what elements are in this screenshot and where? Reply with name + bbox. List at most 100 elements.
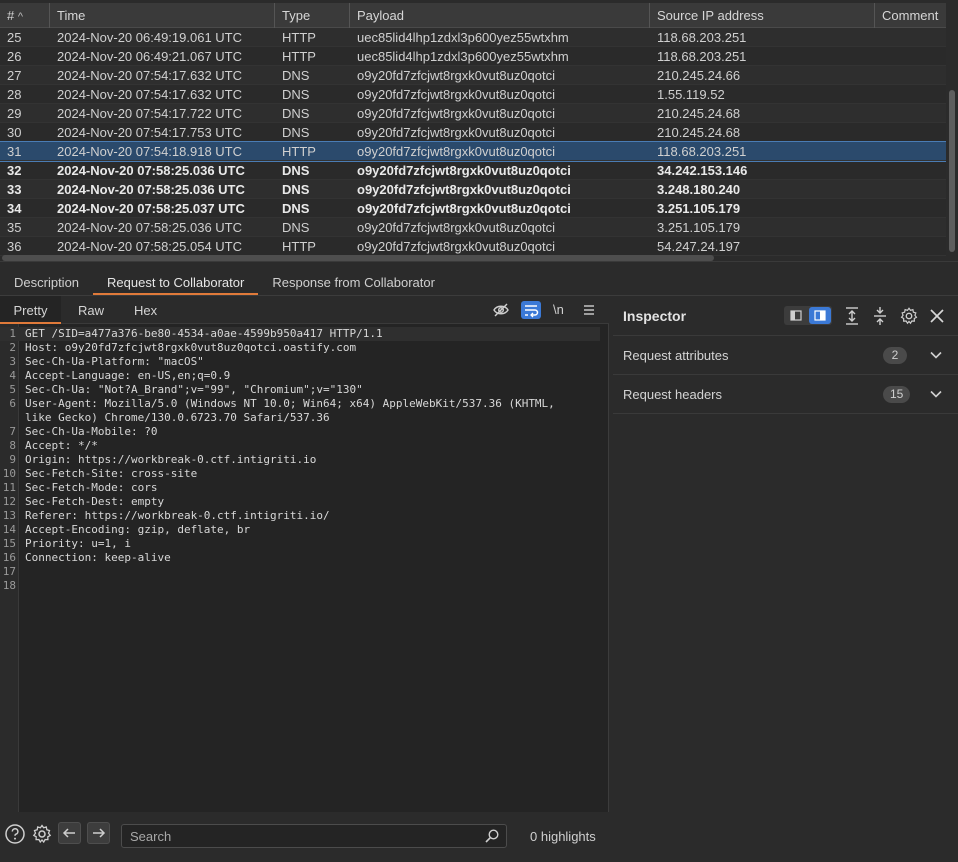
column-header-comment[interactable]: Comment bbox=[875, 3, 946, 28]
table-row[interactable]: 32 2024-Nov-20 07:58:25.036 UTC DNS o9y20fd… bbox=[0, 161, 946, 180]
table-header: # ^ Time Type Payload Source IP address … bbox=[0, 3, 946, 28]
layout-right-icon[interactable] bbox=[809, 307, 831, 324]
menu-icon[interactable] bbox=[581, 301, 601, 319]
table-row[interactable]: 36 2024-Nov-20 07:58:25.054 UTC HTTP o9y20f… bbox=[0, 237, 946, 256]
tab-description[interactable]: Description bbox=[0, 269, 93, 295]
cell-payload: o9y20fd7zfcjwt8rgxk0vut8uz0qotci bbox=[357, 163, 571, 178]
interactions-table: # ^ Time Type Payload Source IP address … bbox=[0, 0, 958, 262]
code-area[interactable]: 1 GET /SID=a477a376-be80-4534-a0ae-4599b9… bbox=[0, 324, 609, 812]
cell-source-ip: 3.248.180.240 bbox=[657, 182, 741, 197]
previous-match-button[interactable] bbox=[58, 822, 81, 844]
line-text: Connection: keep-alive bbox=[25, 551, 171, 564]
chevron-down-icon[interactable] bbox=[929, 348, 943, 365]
search-input[interactable] bbox=[128, 827, 478, 845]
table-row[interactable]: 28 2024-Nov-20 07:54:17.632 UTC DNS o9y20fd… bbox=[0, 85, 946, 104]
table-row[interactable]: 35 2024-Nov-20 07:58:25.036 UTC DNS o9y20fd… bbox=[0, 218, 946, 237]
table-row[interactable]: 29 2024-Nov-20 07:54:17.722 UTC DNS o9y20fd… bbox=[0, 104, 946, 123]
wrap-lines-icon[interactable] bbox=[521, 301, 541, 319]
show-newlines-button[interactable]: \n bbox=[553, 301, 573, 319]
section-request-attributes[interactable]: Request attributes 2 bbox=[613, 336, 958, 375]
cell-type: HTTP bbox=[282, 239, 316, 254]
line-number: 9 bbox=[9, 453, 16, 466]
layout-toggle bbox=[784, 306, 832, 325]
layout-left-icon[interactable] bbox=[785, 307, 807, 324]
close-icon[interactable] bbox=[928, 307, 946, 328]
cell-comment bbox=[875, 123, 946, 141]
table-row[interactable]: 34 2024-Nov-20 07:58:25.037 UTC DNS o9y20fd… bbox=[0, 199, 946, 218]
tab-raw[interactable]: Raw bbox=[78, 296, 104, 324]
cell-number: 33 bbox=[7, 182, 22, 197]
line-number: 6 bbox=[9, 397, 16, 410]
column-header-time[interactable]: Time bbox=[50, 3, 275, 28]
line-number: 3 bbox=[9, 355, 16, 368]
line-text: Host: o9y20fd7zfcjwt8rgxk0vut8uz0qotci.o… bbox=[25, 341, 357, 354]
cell-source-ip: 210.245.24.68 bbox=[657, 106, 741, 121]
code-line: 10 Sec-Fetch-Site: cross-site bbox=[0, 467, 600, 481]
vertical-scrollbar[interactable] bbox=[946, 28, 958, 260]
line-text: like Gecko) Chrome/130.0.6723.70 Safari/… bbox=[25, 411, 330, 424]
search-box bbox=[121, 824, 507, 848]
line-text: Accept: */* bbox=[25, 439, 98, 452]
cell-payload: o9y20fd7zfcjwt8rgxk0vut8uz0qotci bbox=[357, 220, 556, 235]
cell-comment bbox=[875, 28, 946, 46]
line-text: Sec-Ch-Ua-Platform: "macOS" bbox=[25, 355, 204, 368]
code-line: 16 Connection: keep-alive bbox=[0, 551, 600, 565]
tab-pretty[interactable]: Pretty bbox=[0, 296, 61, 324]
cell-payload: o9y20fd7zfcjwt8rgxk0vut8uz0qotci bbox=[357, 68, 556, 83]
scrollbar-thumb[interactable] bbox=[949, 90, 955, 252]
section-request-headers[interactable]: Request headers 15 bbox=[613, 375, 958, 414]
inspector-title: Inspector bbox=[623, 308, 687, 324]
table-row[interactable]: 30 2024-Nov-20 07:54:17.753 UTC DNS o9y20fd… bbox=[0, 123, 946, 142]
cell-type: DNS bbox=[282, 182, 310, 197]
column-header-payload[interactable]: Payload bbox=[350, 3, 650, 28]
code-line: 18 bbox=[0, 579, 600, 593]
table-row[interactable]: 31 2024-Nov-20 07:54:18.918 UTC HTTP o9y20f… bbox=[0, 141, 947, 162]
tab-request-to-collaborator[interactable]: Request to Collaborator bbox=[93, 269, 259, 295]
chevron-down-icon[interactable] bbox=[929, 387, 943, 404]
column-header-source-ip[interactable]: Source IP address bbox=[650, 3, 875, 28]
column-header-type[interactable]: Type bbox=[275, 3, 350, 28]
column-header-number[interactable]: # ^ bbox=[0, 3, 50, 28]
search-icon[interactable] bbox=[484, 828, 500, 847]
table-row[interactable]: 25 2024-Nov-20 06:49:19.061 UTC HTTP uec85l… bbox=[0, 28, 946, 47]
cell-time: 2024-Nov-20 07:58:25.036 UTC bbox=[57, 163, 245, 178]
line-number: 18 bbox=[2, 579, 16, 592]
cell-number: 28 bbox=[7, 87, 22, 102]
cell-number: 29 bbox=[7, 106, 22, 121]
cell-comment bbox=[875, 142, 946, 160]
cell-source-ip: 54.247.24.197 bbox=[657, 239, 741, 254]
settings-gear-icon[interactable] bbox=[31, 823, 53, 845]
expand-all-icon[interactable] bbox=[843, 306, 861, 329]
tab-hex[interactable]: Hex bbox=[134, 296, 157, 324]
cell-source-ip: 210.245.24.66 bbox=[657, 68, 741, 83]
cell-source-ip: 118.68.203.251 bbox=[657, 49, 747, 64]
table-row[interactable]: 26 2024-Nov-20 06:49:21.067 UTC HTTP uec85l… bbox=[0, 47, 946, 66]
cell-type: HTTP bbox=[282, 30, 316, 45]
sort-ascending-icon: ^ bbox=[17, 11, 24, 23]
next-match-button[interactable] bbox=[87, 822, 110, 844]
collapse-all-icon[interactable] bbox=[871, 306, 889, 329]
code-line: 8 Accept: */* bbox=[0, 439, 600, 453]
cell-time: 2024-Nov-20 06:49:19.061 UTC bbox=[57, 30, 243, 45]
cell-type: HTTP bbox=[282, 49, 316, 64]
cell-number: 27 bbox=[7, 68, 22, 83]
line-number: 17 bbox=[2, 565, 16, 578]
hide-nonprintable-icon[interactable] bbox=[492, 301, 512, 319]
table-row[interactable]: 27 2024-Nov-20 07:54:17.632 UTC DNS o9y20fd… bbox=[0, 66, 946, 85]
line-text: Sec-Fetch-Mode: cors bbox=[25, 481, 158, 494]
horizontal-scrollbar[interactable] bbox=[2, 255, 714, 261]
table-row[interactable]: 33 2024-Nov-20 07:58:25.036 UTC DNS o9y20fd… bbox=[0, 180, 946, 199]
code-line: 5 Sec-Ch-Ua: "Not?A_Brand";v="99", "Chrom… bbox=[0, 383, 600, 397]
cell-time: 2024-Nov-20 06:49:21.067 UTC bbox=[57, 49, 243, 64]
line-number: 15 bbox=[2, 537, 16, 550]
table-body: 25 2024-Nov-20 06:49:19.061 UTC HTTP uec85l… bbox=[0, 28, 947, 256]
cell-time: 2024-Nov-20 07:54:17.722 UTC bbox=[57, 106, 243, 121]
tab-response-from-collaborator[interactable]: Response from Collaborator bbox=[258, 269, 449, 295]
cell-payload: o9y20fd7zfcjwt8rgxk0vut8uz0qotci bbox=[357, 239, 556, 254]
cell-comment bbox=[875, 47, 946, 65]
help-icon[interactable] bbox=[4, 823, 26, 845]
inspector-settings-icon[interactable] bbox=[899, 306, 919, 329]
cell-source-ip: 3.251.105.179 bbox=[657, 201, 741, 216]
cell-time: 2024-Nov-20 07:58:25.037 UTC bbox=[57, 201, 245, 216]
highlights-count: 0 highlights bbox=[530, 829, 596, 844]
